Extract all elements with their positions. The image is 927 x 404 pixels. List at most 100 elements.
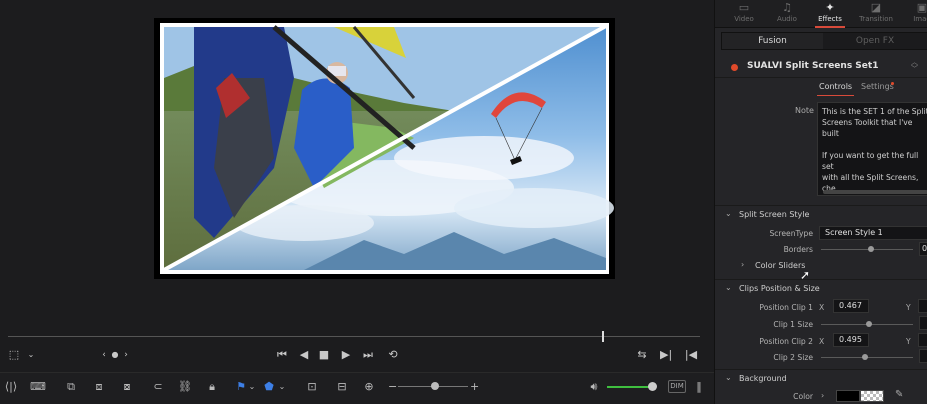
note-textarea[interactable]: This is the SET 1 of the Split Screens T… [817, 102, 927, 196]
divider [715, 369, 927, 370]
clip1-size-slider-handle[interactable] [866, 321, 872, 327]
chevron-down-icon[interactable]: ⌄ [26, 348, 36, 362]
borders-slider[interactable] [821, 249, 913, 250]
stop-icon[interactable]: ■ [318, 348, 330, 362]
chevron-right-icon: › [741, 260, 745, 269]
viewer-size-icon[interactable]: ⬚ [8, 348, 20, 362]
effect-control-tabs: Controls Settings [715, 80, 927, 96]
tab-transition[interactable]: ◪ Transition [853, 0, 899, 28]
eyedropper-icon[interactable]: ✎ [895, 389, 903, 400]
flag-icon[interactable]: ⚑ [236, 379, 246, 395]
borders-slider-handle[interactable] [868, 246, 874, 252]
section-clips-position-size[interactable]: ⌄ Clips Position & Size [715, 282, 927, 298]
chevron-down-icon: ⌄ [725, 209, 732, 218]
inspector-tabs: ▭ Video ♫ Audio ✦ Effects ◪ Transition ▣… [715, 0, 927, 28]
active-tab-underline [817, 95, 855, 96]
chevron-left-icon[interactable]: ‹ [100, 348, 108, 362]
position-clip2-x-field[interactable]: 0.495 [833, 333, 869, 347]
borders-label: Borders [783, 245, 813, 254]
tab-effects[interactable]: ✦ Effects [807, 0, 853, 28]
divider [715, 205, 927, 206]
edit-toolbar: ⟨|⟩ ⌨ ⧉ ⧈ ⧇ ⊂ ⛓ 🔒︎ ⚑ ⌄ ⬟ ⌄ ⊡ ⊟ ⊕ − + 🔊︎ … [0, 372, 714, 400]
clip2-size-field[interactable] [919, 349, 927, 363]
last-frame-icon[interactable]: ⏭ [360, 348, 376, 362]
viewer-panel: ⬚ ⌄ ‹ ● › ⏮ ◀ ■ ▶ ⏭ ⟲ ⇆ ▶| |◀ ⟨|⟩ ⌨ ⧉ ⧈ … [0, 0, 714, 404]
speaker-icon[interactable]: 🔊︎ [588, 379, 600, 395]
zoom-full-icon[interactable]: ⊡ [304, 379, 320, 395]
x-label: X [819, 303, 825, 312]
selection-mode-icon[interactable]: ⟨|⟩ [4, 379, 18, 395]
chevron-down-icon[interactable]: ⌄ [278, 379, 286, 395]
tab-audio[interactable]: ♫ Audio [764, 0, 810, 28]
borders-value-field[interactable]: 0 [919, 242, 927, 256]
zoom-slider-handle[interactable] [431, 382, 439, 390]
effect-title: SUALVI Split Screens Set1 [747, 61, 879, 71]
clip1-size-field[interactable] [919, 316, 927, 330]
effects-subtabs: Fusion Open FX [721, 32, 927, 50]
mark-in-icon[interactable]: ▶| [660, 348, 672, 362]
clip2-size-slider-handle[interactable] [862, 354, 868, 360]
insert-clip-icon[interactable]: ⧉ [62, 379, 80, 395]
effect-enable-toggle[interactable] [731, 64, 738, 71]
audio-meter-icon[interactable]: ‖ [694, 379, 704, 395]
overwrite-clip-icon[interactable]: ⧈ [90, 379, 108, 395]
position-clip1-label: Position Clip 1 [759, 303, 813, 312]
match-frame-icon[interactable]: ⇆ [634, 348, 650, 362]
volume-slider-handle[interactable] [648, 382, 657, 391]
position-clip1-y-field[interactable] [918, 299, 927, 313]
section-background[interactable]: ⌄ Background [715, 372, 927, 388]
y-label: Y [906, 337, 911, 346]
chevron-down-icon[interactable]: ⌄ [248, 379, 256, 395]
zoom-out-icon[interactable]: − [388, 379, 397, 395]
alpha-swatch[interactable] [860, 390, 884, 402]
snapping-icon[interactable]: ⊂ [152, 379, 164, 395]
chevron-down-icon: ⌄ [725, 283, 732, 292]
transition-icon: ◪ [870, 1, 882, 14]
reorder-arrows-icon[interactable]: ︿ ﹀ [911, 59, 918, 73]
section-split-screen-style[interactable]: ⌄ Split Screen Style [715, 208, 927, 224]
tab-controls[interactable]: Controls [817, 82, 855, 96]
video-icon: ▭ [738, 1, 750, 14]
tab-image[interactable]: ▣ Imag [899, 0, 927, 28]
x-label: X [819, 337, 825, 346]
color-swatch[interactable] [836, 390, 860, 402]
marker-icon[interactable]: ⬟ [264, 379, 274, 395]
chevron-right-icon[interactable]: › [122, 348, 130, 362]
position-clip1-x-field[interactable]: 0.467 [833, 299, 869, 313]
tab-open-fx[interactable]: Open FX [823, 33, 927, 49]
zoom-detail-icon[interactable]: ⊟ [334, 379, 350, 395]
first-frame-icon[interactable]: ⏮ [274, 348, 290, 362]
screen-type-select[interactable]: Screen Style 1 [819, 226, 927, 240]
effect-header: SUALVI Split Screens Set1 ︿ ﹀ [715, 56, 927, 78]
link-icon[interactable]: ⛓ [178, 379, 192, 395]
reverse-play-icon[interactable]: ◀ [298, 348, 310, 362]
chevron-right-icon[interactable]: › [821, 391, 824, 400]
replace-clip-icon[interactable]: ⧇ [118, 379, 136, 395]
playhead[interactable] [602, 331, 604, 342]
clip-dot-icon[interactable]: ● [111, 348, 119, 362]
mark-out-icon[interactable]: |◀ [684, 348, 698, 362]
lock-icon[interactable]: 🔒︎ [206, 379, 218, 395]
audio-icon: ♫ [782, 1, 792, 14]
note-scrollbar[interactable] [823, 190, 927, 194]
position-clip2-y-field[interactable] [918, 333, 927, 347]
screen-type-label: ScreenType [769, 229, 813, 238]
play-icon[interactable]: ▶ [340, 348, 352, 362]
scrubber-track[interactable] [8, 336, 700, 337]
zoom-custom-icon[interactable]: ⊕ [362, 379, 376, 395]
tab-fusion[interactable]: Fusion [722, 33, 823, 49]
tab-settings[interactable]: Settings [861, 82, 894, 91]
dim-button[interactable]: DIM [668, 380, 686, 393]
keyboard-icon[interactable]: ⌨ [30, 379, 46, 395]
clip1-size-label: Clip 1 Size [773, 320, 813, 329]
preview-frame [154, 18, 615, 279]
loop-icon[interactable]: ⟲ [384, 348, 402, 362]
section-color-sliders[interactable]: › Color Sliders [731, 259, 927, 275]
zoom-in-icon[interactable]: + [470, 379, 479, 395]
timeline-scrubber[interactable] [8, 331, 700, 343]
note-label: Note [795, 106, 814, 115]
image-icon: ▣ [916, 1, 927, 14]
clip2-size-label: Clip 2 Size [773, 353, 813, 362]
effects-icon: ✦ [825, 1, 835, 14]
tab-video[interactable]: ▭ Video [721, 0, 767, 28]
